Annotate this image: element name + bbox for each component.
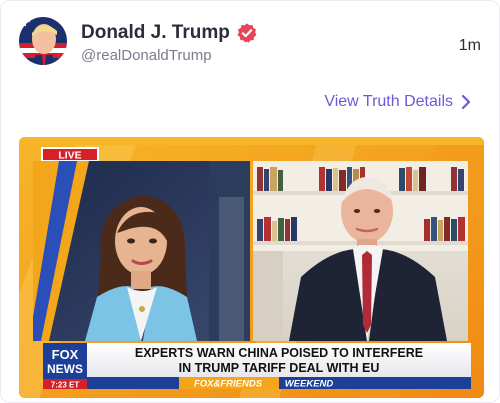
post-card[interactable]: Donald J. Trump @realDonaldTrump 1m View… (0, 0, 500, 403)
avatar[interactable] (19, 17, 67, 65)
left-video-panel (33, 161, 250, 341)
right-video-panel (253, 161, 468, 341)
show-suffix: WEEKEND (285, 379, 334, 390)
clock: 7:23 ET (51, 381, 80, 390)
view-truth-details-link[interactable]: View Truth Details (324, 93, 471, 111)
live-badge: LIVE (41, 147, 99, 162)
show-name: FOX&FRIENDS (194, 379, 263, 390)
verified-badge-icon (237, 23, 257, 43)
handle[interactable]: @realDonaldTrump (81, 47, 212, 64)
lower-third: EXPERTS WARN CHINA POISED TO INTERFERE I… (87, 343, 471, 377)
chevron-right-icon (461, 94, 471, 110)
network-line2: NEWS (47, 362, 83, 376)
view-truth-details-label: View Truth Details (324, 93, 453, 110)
show-ticker: FOX&FRIENDS WEEKEND (87, 377, 471, 390)
network-line1: FOX (52, 347, 79, 362)
timestamp: 1m (458, 37, 481, 54)
post-header: Donald J. Trump @realDonaldTrump 1m (19, 17, 481, 71)
headline-line1: EXPERTS WARN CHINA POISED TO INTERFERE (135, 346, 423, 360)
fox-news-logo: FOX NEWS 7:23 ET (43, 343, 87, 390)
headline-line2: IN TRUMP TARIFF DEAL WITH EU (179, 361, 380, 375)
video-thumbnail[interactable]: LIVE FOX NEWS 7:23 ET EXPERTS WARN CHINA… (19, 137, 484, 398)
video-frame: LIVE FOX NEWS 7:23 ET EXPERTS WARN CHINA… (19, 137, 484, 398)
display-name[interactable]: Donald J. Trump (81, 22, 230, 44)
name-row: Donald J. Trump (81, 22, 258, 44)
live-badge-label: LIVE (58, 150, 81, 162)
